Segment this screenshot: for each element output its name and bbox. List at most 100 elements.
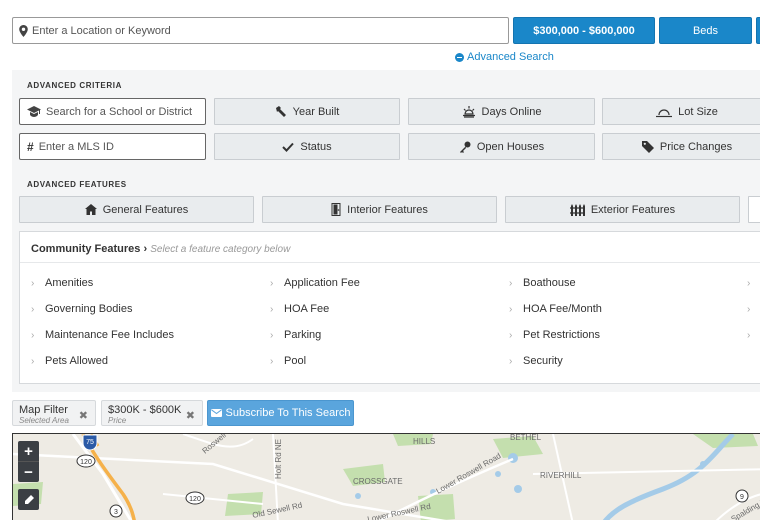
pencil-icon <box>24 494 34 504</box>
draw-area-button[interactable] <box>18 489 39 510</box>
price-changes-label: Price Changes <box>659 140 733 153</box>
community-features-hint: Select a feature category below <box>150 244 291 255</box>
map-canvas: HILLS BETHEL RIVERHILL CROSSGATE Lower R… <box>13 434 760 520</box>
feature-item-boathouse[interactable]: › Boathouse <box>509 277 576 289</box>
year-built-label: Year Built <box>292 105 340 118</box>
filter-chip-sublabel: Price <box>108 416 127 425</box>
feature-item-pets-allowed[interactable]: › Pets Allowed <box>31 355 108 367</box>
lot-size-icon <box>656 106 673 118</box>
tab-exterior-features[interactable]: Exterior Features <box>505 196 740 223</box>
checkmark-icon <box>282 142 295 152</box>
advanced-criteria-title: ADVANCED CRITERIA <box>27 81 122 90</box>
collapse-circle-icon <box>455 52 464 62</box>
feature-item-amenities[interactable]: › Amenities <box>31 277 93 289</box>
route-shield: 120 <box>185 491 205 505</box>
chevron-right-icon: › <box>270 303 274 315</box>
location-search-input[interactable] <box>32 24 472 37</box>
interstate-shield: 75 <box>82 434 98 451</box>
status-button[interactable]: Status <box>214 133 400 160</box>
mls-id-field[interactable]: # <box>19 133 206 160</box>
days-online-button[interactable]: Days Online <box>408 98 595 125</box>
open-houses-label: Open Houses <box>476 140 545 153</box>
feature-item-parking[interactable]: › Parking <box>270 329 321 341</box>
route-shield-number: 120 <box>189 496 201 503</box>
feature-item-label: Amenities <box>45 277 94 289</box>
advanced-features-title: ADVANCED FEATURES <box>27 180 127 189</box>
chevron-right-icon: › <box>509 355 513 367</box>
map-pin-icon <box>19 24 28 37</box>
chevron-right-icon: › <box>31 277 35 289</box>
chevron-right-icon[interactable]: › <box>747 330 750 341</box>
map-lake <box>700 461 706 467</box>
school-search-field[interactable] <box>19 98 206 125</box>
divider <box>20 262 760 263</box>
chevron-right-icon: › <box>509 329 513 341</box>
map-label-crossgate: CROSSGATE <box>353 477 403 486</box>
feature-item-label: HOA Fee/Month <box>523 303 602 315</box>
sunrise-icon <box>462 105 476 118</box>
open-houses-button[interactable]: Open Houses <box>408 133 595 160</box>
zoom-in-button[interactable]: + <box>18 441 39 462</box>
route-shield: 3 <box>109 504 123 518</box>
hash-icon: # <box>27 139 34 154</box>
breadcrumb-separator: › <box>143 243 148 255</box>
remove-filter-icon[interactable]: ✖ <box>186 409 195 422</box>
zoom-out-button[interactable]: − <box>18 461 39 482</box>
filter-chip-price[interactable]: $300K - $600K Price ✖ <box>101 400 203 426</box>
beds-button[interactable]: Beds <box>659 17 752 44</box>
tab-general-features[interactable]: General Features <box>19 196 254 223</box>
chevron-right-icon: › <box>31 355 35 367</box>
tab-community-features[interactable] <box>748 196 760 223</box>
chevron-right-icon[interactable]: › <box>747 304 750 315</box>
remove-filter-icon[interactable]: ✖ <box>79 409 88 422</box>
subscribe-search-button[interactable]: Subscribe To This Search <box>207 400 354 426</box>
feature-item-governing-bodies[interactable]: › Governing Bodies <box>31 303 132 315</box>
map-label-lower-roswell-road: Lower Roswell Road <box>435 451 503 495</box>
chevron-right-icon: › <box>509 277 513 289</box>
feature-item-label: Boathouse <box>523 277 576 289</box>
feature-item-pet-restrictions[interactable]: › Pet Restrictions <box>509 329 600 341</box>
year-built-button[interactable]: Year Built <box>214 98 400 125</box>
filter-chip-map[interactable]: Map Filter Selected Area ✖ <box>12 400 96 426</box>
key-icon <box>459 141 471 153</box>
feature-item-label: Governing Bodies <box>45 303 133 315</box>
filter-chip-label: $300K - $600K <box>108 404 182 416</box>
graduation-cap-icon <box>27 106 41 117</box>
map-view[interactable]: HILLS BETHEL RIVERHILL CROSSGATE Lower R… <box>12 433 760 520</box>
feature-item-label: HOA Fee <box>284 303 330 315</box>
feature-item-security[interactable]: › Security <box>509 355 563 367</box>
mls-id-input[interactable] <box>38 140 189 153</box>
price-changes-button[interactable]: Price Changes <box>602 133 760 160</box>
feature-item-pool[interactable]: › Pool <box>270 355 306 367</box>
tab-interior-features-label: Interior Features <box>347 203 428 216</box>
route-shield: 120 <box>76 454 96 468</box>
advanced-search-toggle[interactable]: Advanced Search <box>455 50 554 64</box>
chevron-right-icon: › <box>31 303 35 315</box>
map-label-hills: HILLS <box>413 437 435 446</box>
feature-item-maintenance-fee[interactable]: › Maintenance Fee Includes <box>31 329 174 341</box>
feature-item-label: Parking <box>284 329 322 341</box>
envelope-icon <box>210 409 222 417</box>
school-search-input[interactable] <box>46 105 196 118</box>
feature-item-label: Pet Restrictions <box>523 329 601 341</box>
lot-size-label: Lot Size <box>678 105 718 118</box>
tab-interior-features[interactable]: Interior Features <box>262 196 497 223</box>
tab-exterior-features-label: Exterior Features <box>590 203 676 216</box>
map-label-riverhill: RIVERHILL <box>540 471 582 480</box>
price-range-button[interactable]: $300,000 - $600,000 <box>513 17 655 44</box>
home-icon <box>84 204 97 215</box>
map-label-roswell: Roswell <box>201 434 228 456</box>
feature-item-label: Application Fee <box>284 277 360 289</box>
feature-item-hoa-fee-month[interactable]: › HOA Fee/Month <box>509 303 602 315</box>
lot-size-button[interactable]: Lot Size <box>602 98 760 125</box>
days-online-label: Days Online <box>481 105 542 118</box>
feature-item-hoa-fee[interactable]: › HOA Fee <box>270 303 329 315</box>
location-search-field[interactable] <box>12 17 509 44</box>
feature-item-label: Security <box>523 355 563 367</box>
map-lake <box>495 471 501 477</box>
map-road <box>71 434 133 520</box>
chevron-right-icon[interactable]: › <box>747 278 750 289</box>
more-filters-button[interactable] <box>756 17 760 44</box>
feature-item-application-fee[interactable]: › Application Fee <box>270 277 360 289</box>
route-shield-number: 9 <box>740 494 744 501</box>
